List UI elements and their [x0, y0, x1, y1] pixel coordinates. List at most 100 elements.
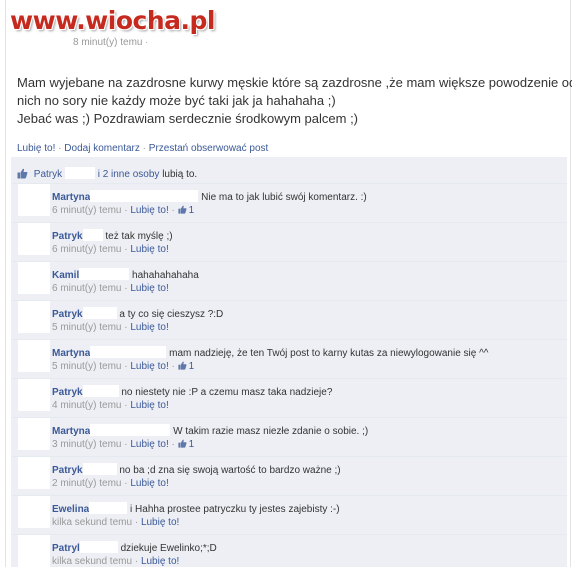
- comment-author-link[interactable]: Patryk: [52, 387, 83, 398]
- comment-text: mam nadzieję, że ten Twój post to karny …: [169, 348, 489, 359]
- like-post-link[interactable]: Lubię to!: [17, 143, 55, 154]
- thumbs-up-icon: [178, 439, 187, 448]
- redaction: [90, 346, 167, 358]
- comment-author-link[interactable]: Martyna: [52, 348, 90, 359]
- comment-text-line: Patryk no ba ;d zna się swoją wartość to…: [52, 463, 341, 476]
- post-timestamp: 8 minut(y) temu ·: [73, 37, 148, 48]
- liker-name-link[interactable]: Patryk: [34, 169, 62, 180]
- post-body: Mam wyjebane na zazdrosne kurwy męskie k…: [17, 74, 572, 128]
- comment-item: Patryk też tak myślę ;) 6 minut(y) temu ·…: [11, 222, 567, 262]
- redaction: [82, 463, 117, 475]
- comment-text-line: Martyna Nie ma to jak lubić swój komenta…: [52, 190, 367, 203]
- avatar[interactable]: [18, 301, 50, 333]
- thumbs-up-icon: [178, 361, 187, 370]
- comment-like-link[interactable]: Lubię to!: [130, 478, 168, 489]
- avatar[interactable]: [18, 379, 50, 411]
- comment-author-link[interactable]: Patryk: [52, 309, 83, 320]
- comment-time[interactable]: kilka sekund temu: [52, 517, 132, 528]
- globe-icon: ·: [145, 38, 148, 47]
- likes-summary: Patryk i 2 inne osoby lubią to.: [17, 167, 197, 180]
- comment-author-link[interactable]: Patryl: [52, 543, 80, 554]
- comment-like-count[interactable]: 1: [189, 205, 195, 216]
- comment-text-line: Patryl dziekuje Ewelinko;*;D: [52, 541, 217, 554]
- redaction: [90, 424, 171, 436]
- post-time-text[interactable]: 8 minut(y) temu: [73, 37, 142, 48]
- comment-time[interactable]: 6 minut(y) temu: [52, 205, 121, 216]
- comment-like-link[interactable]: Lubię to!: [141, 556, 179, 567]
- redaction: [89, 502, 128, 514]
- comment-text-line: Patryk no niestety nie :P a czemu masz t…: [52, 385, 332, 398]
- comment-text-line: Kamil hahahahahaha: [52, 268, 199, 281]
- redaction: [82, 229, 103, 241]
- comment-meta: 5 minut(y) temu · Lubię to! · 1: [52, 361, 195, 372]
- comment-meta: kilka sekund temu · Lubię to!: [52, 556, 180, 567]
- comment-text: Nie ma to jak lubić swój komentarz. :): [201, 192, 367, 203]
- comment-time[interactable]: 3 minut(y) temu: [52, 439, 121, 450]
- comment-author-link[interactable]: Ewelina: [52, 504, 89, 515]
- post-actions: Lubię to! · Dodaj komentarz · Przestań o…: [17, 143, 268, 154]
- post-line-3: Jebać was ;) Pozdrawiam serdecznie środk…: [17, 111, 359, 126]
- avatar[interactable]: [18, 496, 50, 528]
- comment-meta: 3 minut(y) temu · Lubię to! · 1: [52, 439, 195, 450]
- redaction: [82, 385, 119, 397]
- avatar[interactable]: [18, 457, 50, 489]
- comment-meta: 5 minut(y) temu · Lubię to!: [52, 322, 169, 333]
- comment-text: no ba ;d zna się swoją wartość to bardzo…: [119, 465, 341, 476]
- thumbs-up-icon: [17, 168, 28, 179]
- avatar[interactable]: [18, 535, 50, 567]
- comment-time[interactable]: 2 minut(y) temu: [52, 478, 121, 489]
- avatar[interactable]: [18, 223, 50, 255]
- comment-like-count[interactable]: 1: [189, 439, 195, 450]
- comment-author-link[interactable]: Kamil: [52, 270, 79, 281]
- redaction: [90, 190, 199, 202]
- comment-meta: 6 minut(y) temu · Lubię to!: [52, 283, 169, 294]
- watermark-logo: www.wiocha.pl: [10, 6, 215, 35]
- other-likers-link[interactable]: i 2 inne osoby: [98, 169, 160, 180]
- comment-like-link[interactable]: Lubię to!: [130, 205, 168, 216]
- redaction: [64, 167, 95, 179]
- avatar[interactable]: [18, 262, 50, 294]
- comment-item: Patryk no ba ;d zna się swoją wartość to…: [11, 456, 567, 496]
- comment-author-link[interactable]: Patryk: [52, 231, 83, 242]
- comment-like-link[interactable]: Lubię to!: [130, 439, 168, 450]
- post-line-2: nich no sory nie każdy może być taki jak…: [17, 93, 336, 108]
- comment-time[interactable]: 6 minut(y) temu: [52, 244, 121, 255]
- comment-text: no niestety nie :P a czemu masz taka nad…: [121, 387, 333, 398]
- comment-like-link[interactable]: Lubię to!: [130, 400, 168, 411]
- comment-like-link[interactable]: Lubię to!: [130, 283, 168, 294]
- comment-meta: 4 minut(y) temu · Lubię to!: [52, 400, 169, 411]
- comment-like-link[interactable]: Lubię to!: [141, 517, 179, 528]
- comment-like-link[interactable]: Lubię to!: [130, 244, 168, 255]
- comment-text-line: Patryk a ty co się cieszysz ?:D: [52, 307, 223, 320]
- comment-time[interactable]: 5 minut(y) temu: [52, 322, 121, 333]
- redaction: [82, 307, 117, 319]
- comment-author-link[interactable]: Patryk: [52, 465, 83, 476]
- avatar[interactable]: [18, 184, 50, 216]
- comment-time[interactable]: 5 minut(y) temu: [52, 361, 121, 372]
- comment-time[interactable]: 4 minut(y) temu: [52, 400, 121, 411]
- avatar[interactable]: [18, 340, 50, 372]
- comment-author-link[interactable]: Martyna: [52, 426, 90, 437]
- comment-text: a ty co się cieszysz ?:D: [119, 309, 224, 320]
- comment-author-link[interactable]: Martyna: [52, 192, 90, 203]
- comment-like-count[interactable]: 1: [189, 361, 195, 372]
- comment-item: Patryk a ty co się cieszysz ?:D 5 minut(y…: [11, 300, 567, 340]
- post-line-1: Mam wyjebane na zazdrosne kurwy męskie k…: [17, 75, 572, 90]
- comment-text: i Hahha prostee patryczku ty jestes zaje…: [130, 504, 340, 515]
- comment-text-line: Martyna mam nadzieję, że ten Twój post t…: [52, 346, 489, 359]
- redaction: [79, 541, 118, 553]
- unfollow-post-link[interactable]: Przestań obserwować post: [149, 143, 269, 154]
- thumbs-up-icon: [178, 205, 187, 214]
- comment-meta: 2 minut(y) temu · Lubię to!: [52, 478, 169, 489]
- comment-time[interactable]: kilka sekund temu: [52, 556, 132, 567]
- add-comment-link[interactable]: Dodaj komentarz: [64, 143, 140, 154]
- comment-like-link[interactable]: Lubię to!: [130, 322, 168, 333]
- comment-time[interactable]: 6 minut(y) temu: [52, 283, 121, 294]
- comment-meta: 6 minut(y) temu · Lubię to! · 1: [52, 205, 195, 216]
- avatar[interactable]: [18, 418, 50, 450]
- comment-like-link[interactable]: Lubię to!: [130, 361, 168, 372]
- redaction: [79, 268, 130, 280]
- separator: ·: [142, 143, 146, 154]
- comment-item: Patryk no niestety nie :P a czemu masz t…: [11, 378, 567, 418]
- likes-suffix: lubią to.: [162, 169, 198, 180]
